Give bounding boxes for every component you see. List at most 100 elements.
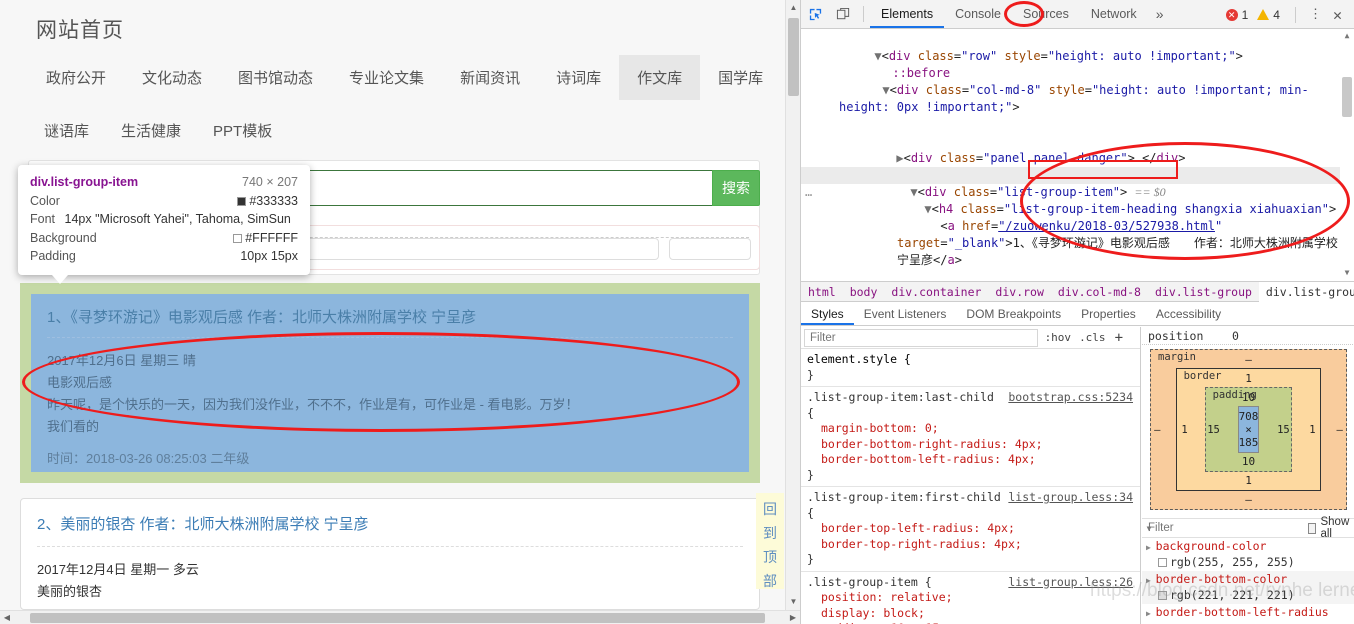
tab-elements[interactable]: Elements xyxy=(870,0,944,28)
box-model-border[interactable]: border 1 1 padding 10 15 xyxy=(1176,368,1322,491)
nav-item-zhengfugongkai[interactable]: 政府公开 xyxy=(28,55,124,100)
box-model-margin-bottom[interactable]: – xyxy=(1151,493,1346,506)
styles-filter-input[interactable] xyxy=(804,329,1038,347)
box-model-border-bottom[interactable]: 1 xyxy=(1177,474,1321,487)
dom-tree[interactable]: ▼<div class="row" style="height: auto !i… xyxy=(801,29,1354,280)
computed-property-row[interactable]: ▶ background-color rgb(255, 255, 255) xyxy=(1142,538,1354,571)
more-options-kebab-icon[interactable]: ⋮ xyxy=(1302,7,1329,22)
back-to-top-button[interactable]: 回 到 顶 部 xyxy=(756,493,784,589)
computed-properties-list[interactable]: ▶ background-color rgb(255, 255, 255) ▶ … xyxy=(1142,538,1354,624)
box-model-margin-left[interactable]: – xyxy=(1151,424,1164,436)
expand-triangle-icon[interactable]: ▼ xyxy=(882,83,889,97)
css-declaration[interactable]: border-top-right-radius: 4px; xyxy=(807,537,1140,553)
css-selector[interactable]: .list-group-item { xyxy=(807,575,932,589)
box-model-border-left[interactable]: 1 xyxy=(1177,424,1193,436)
css-selector[interactable]: .list-group-item:last-child xyxy=(807,390,994,404)
tab-event-listeners[interactable]: Event Listeners xyxy=(854,303,957,325)
computed-scroll-down-icon[interactable]: ▼ xyxy=(1142,522,1156,536)
expand-triangle-icon[interactable]: ▶ xyxy=(1146,609,1156,618)
css-source-link[interactable]: list-group.less:26 xyxy=(1008,575,1133,591)
css-selector[interactable]: .list-group-item:first-child { xyxy=(807,490,1001,520)
css-rule-element-style[interactable]: element.style { } xyxy=(801,349,1140,387)
box-model-diagram[interactable]: margin – – border 1 1 padding xyxy=(1150,349,1347,510)
tab-styles[interactable]: Styles xyxy=(801,303,854,325)
inspected-list-group-item[interactable]: 1、《寻梦环游记》电影观后感 作者：北师大株洲附属学校 宁呈彦 2017年12月… xyxy=(31,294,749,472)
breadcrumb-item-container[interactable]: div.container xyxy=(884,282,988,302)
box-model-padding-bottom[interactable]: 10 xyxy=(1206,455,1292,468)
dom-node-row-before[interactable]: ::before xyxy=(801,48,1354,65)
search-button[interactable]: 搜索 xyxy=(712,170,760,206)
breadcrumb-item-listgroupitem[interactable]: div.list-group-item xyxy=(1259,282,1354,302)
nav-item-shicilku[interactable]: 诗词库 xyxy=(538,55,619,100)
box-model-margin-right[interactable]: – xyxy=(1333,424,1346,436)
tab-console[interactable]: Console xyxy=(944,0,1012,28)
dom-scroll-up-icon[interactable]: ▲ xyxy=(1340,29,1354,43)
css-rule-first-child[interactable]: list-group.less:34 .list-group-item:first… xyxy=(801,487,1140,572)
dom-node-anchor[interactable]: <a href="/zuowenku/2018-03/527938.html" … xyxy=(801,201,1354,280)
css-declaration[interactable]: border-bottom-right-radius: 4px; xyxy=(807,437,1140,453)
more-tabs-chevron-icon[interactable]: » xyxy=(1148,6,1172,22)
dom-node-list-group-item-selected[interactable]: …▼<div class="list-group-item"> == $0 xyxy=(801,167,1354,184)
nav-item-zuowenku[interactable]: 作文库 xyxy=(619,55,700,100)
css-declaration[interactable]: display: block; xyxy=(807,606,1140,622)
box-model-padding-right[interactable]: 15 xyxy=(1275,424,1291,436)
tab-dom-breakpoints[interactable]: DOM Breakpoints xyxy=(956,303,1071,325)
css-source-link[interactable]: list-group.less:34 xyxy=(1008,490,1133,506)
hov-toggle-button[interactable]: :hov xyxy=(1041,331,1076,344)
tab-properties[interactable]: Properties xyxy=(1071,303,1146,325)
computed-property-row[interactable]: ▶ border-bottom-color rgb(221, 221, 221) xyxy=(1142,571,1354,604)
nav-item-guoxueku[interactable]: 国学库 xyxy=(700,55,781,100)
cls-toggle-button[interactable]: .cls xyxy=(1075,331,1110,344)
breadcrumb-item-listgroup[interactable]: div.list-group xyxy=(1148,282,1259,302)
css-declaration[interactable]: margin-bottom: 0; xyxy=(807,421,1140,437)
nav-item-wenhuadongtai[interactable]: 文化动态 xyxy=(124,55,220,100)
box-model-content-size[interactable]: 708 × 185 xyxy=(1238,406,1260,453)
close-devtools-icon[interactable]: ✕ xyxy=(1329,6,1350,24)
nav-item-tushuguandongtai[interactable]: 图书馆动态 xyxy=(220,55,331,100)
nav-item-xinwenzixun[interactable]: 新闻资讯 xyxy=(442,55,538,100)
dom-node-h4[interactable]: ▼<h4 class="list-group-item-heading shan… xyxy=(801,184,1354,201)
computed-filter-input[interactable] xyxy=(1146,520,1304,536)
article-1-title[interactable]: 1、《寻梦环游记》电影观后感 作者：北师大株洲附属学校 宁呈彦 xyxy=(31,294,749,327)
tab-network[interactable]: Network xyxy=(1080,0,1148,28)
dom-node-row[interactable]: ▼<div class="row" style="height: auto !i… xyxy=(801,31,1354,48)
tab-accessibility[interactable]: Accessibility xyxy=(1146,303,1231,325)
breadcrumb-item-body[interactable]: body xyxy=(843,282,885,302)
css-source-link[interactable]: bootstrap.css:5234 xyxy=(1008,390,1133,406)
toggle-device-toolbar-icon[interactable] xyxy=(829,1,857,27)
dom-tree-scrollbar[interactable]: ▲ ▼ xyxy=(1340,29,1354,280)
error-badge[interactable]: ✕ 1 xyxy=(1226,8,1249,22)
css-selector[interactable]: element.style { xyxy=(807,352,1140,368)
box-model-margin[interactable]: margin – – border 1 1 padding xyxy=(1150,349,1347,510)
page-horizontal-scrollbar[interactable]: ◀ ▶ xyxy=(0,610,800,624)
box-model-padding-left[interactable]: 15 xyxy=(1206,424,1222,436)
css-declaration[interactable]: border-top-left-radius: 4px; xyxy=(807,521,1140,537)
checkbox-icon[interactable] xyxy=(1308,523,1316,534)
scroll-down-arrow-icon[interactable]: ▼ xyxy=(786,594,800,610)
dom-node-list-group[interactable]: ▼<div class="list-group"> xyxy=(801,150,1354,167)
nav-item-shenghuojiankang[interactable]: 生活健康 xyxy=(105,108,197,153)
scroll-right-arrow-icon[interactable]: ▶ xyxy=(786,611,800,624)
nav-item-ppt[interactable]: PPT模板 xyxy=(197,108,288,153)
nav-item-miyuku[interactable]: 谜语库 xyxy=(28,108,105,153)
dom-node-colmd8[interactable]: ▼<div class="col-md-8" style="height: au… xyxy=(801,65,1354,133)
expand-triangle-icon[interactable]: ▶ xyxy=(1146,543,1156,552)
page-vertical-scroll-thumb[interactable] xyxy=(788,18,799,96)
scroll-left-arrow-icon[interactable]: ◀ xyxy=(0,611,14,624)
inspect-element-icon[interactable] xyxy=(801,1,829,27)
css-rule-last-child[interactable]: bootstrap.css:5234 .list-group-item:last-… xyxy=(801,387,1140,487)
css-declaration[interactable]: border-bottom-left-radius: 4px; xyxy=(807,452,1140,468)
warning-badge[interactable]: 4 xyxy=(1257,8,1280,22)
breadcrumb-item-row[interactable]: div.row xyxy=(988,282,1050,302)
box-model-padding[interactable]: padding 10 15 708 × 185 15 10 xyxy=(1205,387,1293,472)
page-vertical-scrollbar[interactable]: ▲ ▼ xyxy=(785,0,800,610)
new-style-rule-button[interactable]: + xyxy=(1110,330,1128,346)
css-rule-list-group-item[interactable]: list-group.less:26.list-group-item { pos… xyxy=(801,572,1140,624)
computed-property-row[interactable]: ▶ border-bottom-left-radius xyxy=(1142,604,1354,622)
scroll-up-arrow-icon[interactable]: ▲ xyxy=(786,0,800,16)
dom-scroll-down-icon[interactable]: ▼ xyxy=(1340,266,1354,280)
dom-node-panel-danger[interactable]: ▶<div class="panel panel-danger">…</div> xyxy=(801,133,1354,150)
dom-tree-scroll-thumb[interactable] xyxy=(1342,77,1352,117)
expand-triangle-icon[interactable]: ▶ xyxy=(1146,576,1156,585)
show-all-checkbox[interactable]: Show all xyxy=(1308,516,1352,540)
